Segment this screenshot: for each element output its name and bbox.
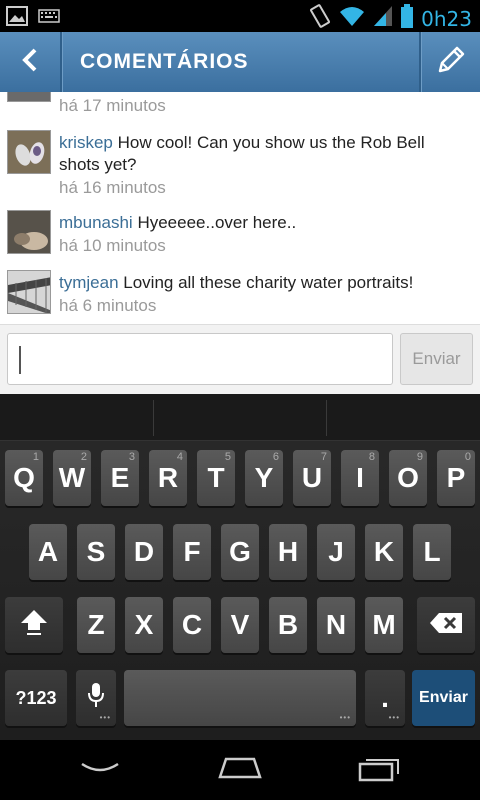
key-j[interactable]: J (317, 524, 355, 580)
home-icon (216, 755, 264, 786)
period-key[interactable]: . ••• (365, 670, 405, 726)
page-title: COMENTÁRIOS (80, 50, 249, 73)
key-i[interactable]: I8 (341, 450, 379, 506)
shift-key[interactable] (5, 597, 63, 653)
key-q[interactable]: Q1 (5, 450, 43, 506)
key-n[interactable]: N (317, 597, 355, 653)
avatar[interactable] (7, 210, 51, 254)
recents-icon (358, 754, 402, 787)
edit-button[interactable] (422, 32, 480, 92)
status-bar: 0h23 (0, 0, 480, 32)
suggestion-strip[interactable] (0, 394, 480, 441)
key-r[interactable]: R4 (149, 450, 187, 506)
chevron-left-icon (20, 47, 40, 78)
comment-time: há 6 minutos (59, 296, 157, 315)
comment-username[interactable]: tymjean (59, 273, 119, 292)
comment-composer: Enviar (0, 324, 480, 395)
key-d[interactable]: D (125, 524, 163, 580)
comment-username[interactable]: kriskep (59, 133, 113, 152)
comment-input[interactable] (7, 333, 393, 385)
battery-icon (401, 4, 414, 33)
signal-icon (373, 5, 393, 32)
key-h[interactable]: H (269, 524, 307, 580)
key-f[interactable]: F (173, 524, 211, 580)
key-o[interactable]: O9 (389, 450, 427, 506)
key-w[interactable]: W2 (53, 450, 91, 506)
divider (153, 400, 154, 436)
backspace-key[interactable] (417, 597, 475, 653)
key-z[interactable]: Z (77, 597, 115, 653)
nav-recents-button[interactable] (340, 748, 420, 792)
backspace-icon (429, 609, 463, 641)
comment-body: Loving all these charity water portraits… (118, 273, 414, 292)
key-m[interactable]: M (365, 597, 403, 653)
avatar[interactable] (7, 270, 51, 314)
comment-text: tymjean Loving all these charity water p… (59, 272, 468, 294)
key-s[interactable]: S (77, 524, 115, 580)
key-t[interactable]: T5 (197, 450, 235, 506)
divider (60, 32, 63, 92)
clock: 0h23 (421, 6, 472, 31)
comment-text: mbunashi Hyeeeee..over here.. (59, 212, 468, 234)
comment-body: Hyeeeee..over here.. (132, 213, 297, 232)
action-bar: COMENTÁRIOS (0, 32, 480, 93)
divider (326, 400, 327, 436)
comments-list[interactable]: há 17 minutos kriskep How cool! Can you … (0, 92, 480, 324)
key-p[interactable]: P0 (437, 450, 475, 506)
key-y[interactable]: Y6 (245, 450, 283, 506)
back-button[interactable] (0, 32, 60, 92)
picture-icon (6, 6, 28, 31)
pencil-icon (435, 44, 467, 81)
key-c[interactable]: C (173, 597, 211, 653)
key-l[interactable]: L (413, 524, 451, 580)
key-v[interactable]: V (221, 597, 259, 653)
back-icon (80, 758, 120, 783)
voice-key[interactable]: ••• (76, 670, 116, 726)
wifi-icon (339, 5, 365, 32)
navigation-bar (0, 740, 480, 800)
key-k[interactable]: K (365, 524, 403, 580)
comment-text: kriskep How cool! Can you show us the Ro… (59, 132, 468, 176)
enter-key[interactable]: Enviar (412, 670, 475, 726)
nav-back-button[interactable] (60, 748, 140, 792)
send-button[interactable]: Enviar (400, 333, 473, 385)
comment-time: há 16 minutos (59, 178, 166, 197)
microphone-icon (86, 681, 106, 716)
key-a[interactable]: A (29, 524, 67, 580)
avatar[interactable] (7, 130, 51, 174)
text-cursor (19, 346, 21, 374)
space-key[interactable]: ••• (124, 670, 356, 726)
nav-home-button[interactable] (200, 748, 280, 792)
key-x[interactable]: X (125, 597, 163, 653)
vibrate-icon (309, 4, 331, 33)
avatar[interactable] (7, 92, 51, 102)
key-u[interactable]: U7 (293, 450, 331, 506)
key-e[interactable]: E3 (101, 450, 139, 506)
comment-time: há 17 minutos (59, 96, 166, 115)
comment-body: How cool! Can you show us the Rob Bell s… (59, 133, 425, 174)
symbols-key[interactable]: ?123 (5, 670, 67, 726)
soft-keyboard: Q1 W2 E3 R4 T5 Y6 U7 I8 O9 P0 A S D F G … (0, 394, 480, 740)
keyboard-icon (38, 6, 60, 31)
shift-icon (19, 607, 49, 644)
comment-time: há 10 minutos (59, 236, 166, 255)
key-g[interactable]: G (221, 524, 259, 580)
comment-username[interactable]: mbunashi (59, 213, 133, 232)
key-b[interactable]: B (269, 597, 307, 653)
